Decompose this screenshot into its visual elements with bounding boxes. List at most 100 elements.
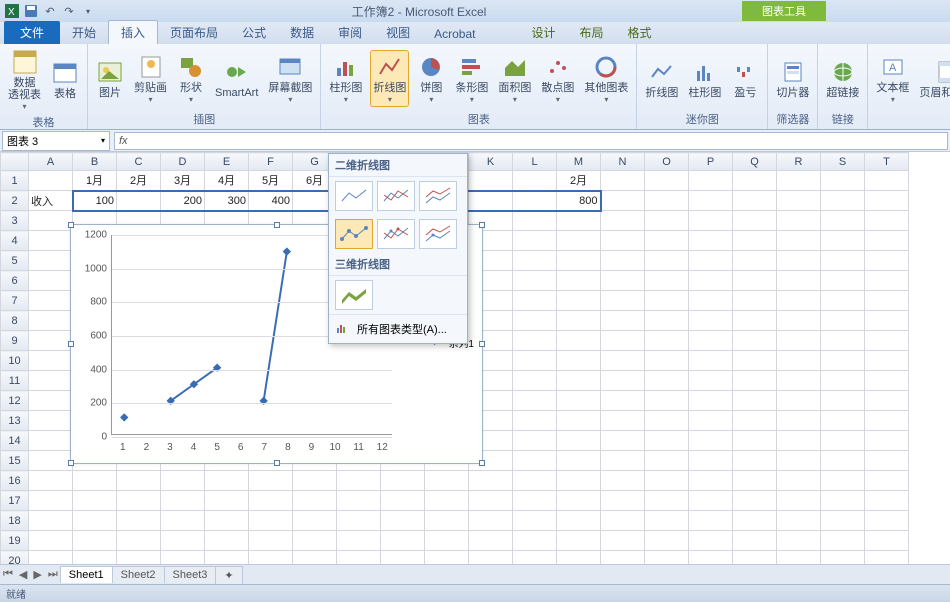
cell[interactable] bbox=[865, 231, 909, 251]
cell[interactable] bbox=[865, 271, 909, 291]
cell[interactable] bbox=[337, 471, 381, 491]
cell[interactable] bbox=[733, 251, 777, 271]
cell[interactable] bbox=[29, 371, 73, 391]
row-header[interactable]: 5 bbox=[1, 251, 29, 271]
cell[interactable] bbox=[601, 211, 645, 231]
tab-layout[interactable]: 页面布局 bbox=[158, 21, 230, 44]
cell[interactable] bbox=[821, 411, 865, 431]
cell[interactable] bbox=[29, 551, 73, 565]
cell[interactable] bbox=[645, 531, 689, 551]
cell[interactable] bbox=[733, 411, 777, 431]
bar-chart-button[interactable]: 条形图 bbox=[453, 51, 490, 106]
cell[interactable] bbox=[733, 191, 777, 211]
cell[interactable] bbox=[689, 191, 733, 211]
cell[interactable] bbox=[205, 551, 249, 565]
cell[interactable] bbox=[601, 491, 645, 511]
cell[interactable] bbox=[689, 511, 733, 531]
cell[interactable] bbox=[777, 291, 821, 311]
cell[interactable] bbox=[73, 491, 117, 511]
cell[interactable] bbox=[117, 511, 161, 531]
cell[interactable] bbox=[161, 471, 205, 491]
cell[interactable] bbox=[205, 531, 249, 551]
cell[interactable] bbox=[513, 291, 557, 311]
cell[interactable] bbox=[733, 231, 777, 251]
cell[interactable] bbox=[557, 371, 601, 391]
smartart-button[interactable]: SmartArt bbox=[213, 56, 260, 101]
cell[interactable] bbox=[557, 331, 601, 351]
select-all-corner[interactable] bbox=[1, 153, 29, 171]
cell[interactable] bbox=[601, 331, 645, 351]
cell[interactable]: 5月 bbox=[249, 171, 293, 191]
col-header[interactable]: F bbox=[249, 153, 293, 171]
tab-chart-layout[interactable]: 布局 bbox=[568, 21, 616, 44]
cell[interactable] bbox=[601, 351, 645, 371]
sheet-nav-first[interactable]: ⏮ bbox=[0, 568, 16, 581]
cell[interactable] bbox=[513, 271, 557, 291]
row-header[interactable]: 12 bbox=[1, 391, 29, 411]
cell[interactable] bbox=[689, 331, 733, 351]
cell[interactable] bbox=[865, 431, 909, 451]
area-chart-button[interactable]: 面积图 bbox=[496, 51, 533, 106]
cell[interactable] bbox=[469, 471, 513, 491]
line-type-1[interactable] bbox=[335, 181, 373, 211]
cell[interactable] bbox=[293, 491, 337, 511]
cell[interactable] bbox=[601, 551, 645, 565]
cell[interactable] bbox=[865, 191, 909, 211]
cell[interactable] bbox=[513, 551, 557, 565]
cell[interactable] bbox=[249, 491, 293, 511]
cell[interactable]: 200 bbox=[161, 191, 205, 211]
cell[interactable] bbox=[645, 471, 689, 491]
sparkline-column-button[interactable]: 柱形图 bbox=[686, 56, 723, 101]
row-header[interactable]: 19 bbox=[1, 531, 29, 551]
cell[interactable] bbox=[205, 491, 249, 511]
cell[interactable]: 300 bbox=[205, 191, 249, 211]
cell[interactable] bbox=[29, 491, 73, 511]
cell[interactable] bbox=[73, 511, 117, 531]
cell[interactable]: 400 bbox=[249, 191, 293, 211]
cell[interactable] bbox=[733, 291, 777, 311]
cell[interactable] bbox=[777, 471, 821, 491]
undo-icon[interactable]: ↶ bbox=[42, 3, 58, 19]
cell[interactable] bbox=[29, 431, 73, 451]
cell[interactable] bbox=[733, 511, 777, 531]
row-header[interactable]: 7 bbox=[1, 291, 29, 311]
cell[interactable] bbox=[689, 371, 733, 391]
cell[interactable] bbox=[425, 491, 469, 511]
cell[interactable] bbox=[821, 211, 865, 231]
row-header[interactable]: 1 bbox=[1, 171, 29, 191]
hyperlink-button[interactable]: 超链接 bbox=[824, 56, 861, 101]
cell[interactable] bbox=[865, 351, 909, 371]
cell[interactable] bbox=[513, 231, 557, 251]
cell[interactable] bbox=[645, 511, 689, 531]
tab-file[interactable]: 文件 bbox=[4, 21, 60, 44]
cell[interactable] bbox=[645, 231, 689, 251]
cell[interactable] bbox=[733, 551, 777, 565]
cell[interactable] bbox=[161, 491, 205, 511]
row-header[interactable]: 9 bbox=[1, 331, 29, 351]
row-header[interactable]: 13 bbox=[1, 411, 29, 431]
cell[interactable] bbox=[645, 351, 689, 371]
cell[interactable] bbox=[381, 531, 425, 551]
row-header[interactable]: 10 bbox=[1, 351, 29, 371]
all-chart-types[interactable]: 所有图表类型(A)... bbox=[329, 314, 467, 343]
cell[interactable] bbox=[645, 271, 689, 291]
cell[interactable] bbox=[645, 191, 689, 211]
cell[interactable] bbox=[601, 471, 645, 491]
cell[interactable] bbox=[689, 171, 733, 191]
col-header[interactable]: A bbox=[29, 153, 73, 171]
cell[interactable] bbox=[513, 451, 557, 471]
cell[interactable] bbox=[777, 371, 821, 391]
cell[interactable] bbox=[381, 471, 425, 491]
scatter-chart-button[interactable]: 散点图 bbox=[539, 51, 576, 106]
cell[interactable] bbox=[821, 271, 865, 291]
cell[interactable] bbox=[601, 531, 645, 551]
cell[interactable] bbox=[865, 211, 909, 231]
cell[interactable] bbox=[865, 411, 909, 431]
cell[interactable] bbox=[777, 311, 821, 331]
cell[interactable] bbox=[381, 511, 425, 531]
cell[interactable] bbox=[821, 371, 865, 391]
cell[interactable] bbox=[777, 451, 821, 471]
slicer-button[interactable]: 切片器 bbox=[774, 56, 811, 101]
cell[interactable] bbox=[733, 431, 777, 451]
line-type-5[interactable] bbox=[377, 219, 415, 249]
